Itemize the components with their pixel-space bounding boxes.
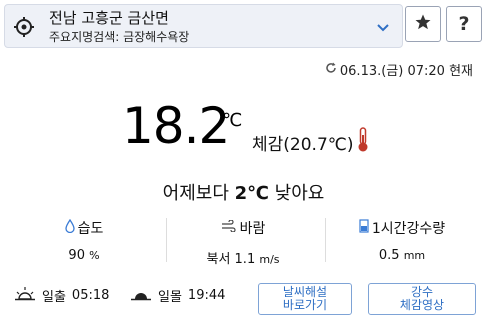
comparison-prefix: 어제보다 bbox=[162, 183, 235, 204]
droplet-icon bbox=[64, 218, 75, 237]
humidity-label: 습도 bbox=[77, 221, 104, 237]
precipitation-label: 1시간강수량 bbox=[371, 221, 446, 237]
wind-unit: m/s bbox=[259, 253, 280, 266]
thermometer-icon bbox=[354, 127, 370, 158]
rain-line2: 체감영상 bbox=[399, 298, 445, 312]
star-icon bbox=[414, 13, 432, 35]
divider bbox=[325, 218, 326, 262]
precipitation-unit: mm bbox=[403, 249, 426, 262]
current-location-icon[interactable] bbox=[14, 17, 34, 37]
briefing-line2: 바로가기 bbox=[282, 298, 328, 312]
weather-briefing-button[interactable]: 날씨해설 바로가기 bbox=[258, 283, 352, 315]
sunrise-time: 05:18 bbox=[71, 288, 110, 303]
divider bbox=[166, 218, 167, 262]
sunrise-icon bbox=[14, 286, 36, 305]
sunset-label: 일몰 bbox=[158, 290, 182, 305]
temperature-unit: ℃ bbox=[222, 110, 243, 131]
wind-icon bbox=[221, 219, 237, 236]
update-time-text: 06.13.(금) 07:20 현재 bbox=[339, 64, 473, 79]
chevron-down-icon[interactable] bbox=[375, 20, 391, 36]
humidity-stat: 습도 90 % bbox=[5, 218, 163, 263]
feels-like: 체감(20.7℃) bbox=[252, 127, 370, 158]
favorite-button[interactable] bbox=[405, 6, 441, 42]
humidity-unit: % bbox=[89, 249, 100, 262]
sunset-time: 19:44 bbox=[187, 288, 226, 303]
feels-like-text: 체감(20.7℃) bbox=[252, 135, 354, 155]
weather-stats: 습도 90 % 바람 북서 1.1 m/s 1시간강수량 0.5 mm bbox=[0, 218, 487, 268]
humidity-value: 90 bbox=[68, 248, 85, 263]
question-icon: ? bbox=[458, 13, 470, 35]
sunrise: 일출 05:18 bbox=[14, 286, 109, 305]
update-time: 06.13.(금) 07:20 현재 bbox=[325, 60, 473, 79]
sunset-icon bbox=[130, 287, 152, 305]
rain-gauge-icon bbox=[359, 219, 369, 237]
landmark-search-label: 주요지명검색: 금장해수욕장 bbox=[49, 30, 190, 44]
wind-value: 북서 1.1 bbox=[206, 252, 256, 267]
precipitation-stat: 1시간강수량 0.5 mm bbox=[323, 218, 481, 263]
temperature-comparison: 어제보다 2℃ 낮아요 bbox=[0, 179, 487, 205]
refresh-icon[interactable] bbox=[325, 62, 337, 78]
comparison-suffix: 낮아요 bbox=[268, 183, 325, 204]
location-bar[interactable]: 전남 고흥군 금산면 주요지명검색: 금장해수욕장 bbox=[4, 4, 403, 48]
location-title: 전남 고흥군 금산면 bbox=[49, 9, 169, 27]
help-button[interactable]: ? bbox=[446, 6, 482, 42]
wind-label: 바람 bbox=[239, 221, 266, 237]
current-temperature: 18.2 bbox=[122, 97, 230, 155]
sunset: 일몰 19:44 bbox=[130, 286, 225, 305]
sunrise-label: 일출 bbox=[42, 290, 66, 305]
rain-video-button[interactable]: 강수 체감영상 bbox=[368, 283, 476, 315]
wind-stat: 바람 북서 1.1 m/s bbox=[164, 218, 322, 267]
comparison-value: 2℃ bbox=[234, 183, 269, 204]
precipitation-value: 0.5 bbox=[378, 248, 400, 263]
